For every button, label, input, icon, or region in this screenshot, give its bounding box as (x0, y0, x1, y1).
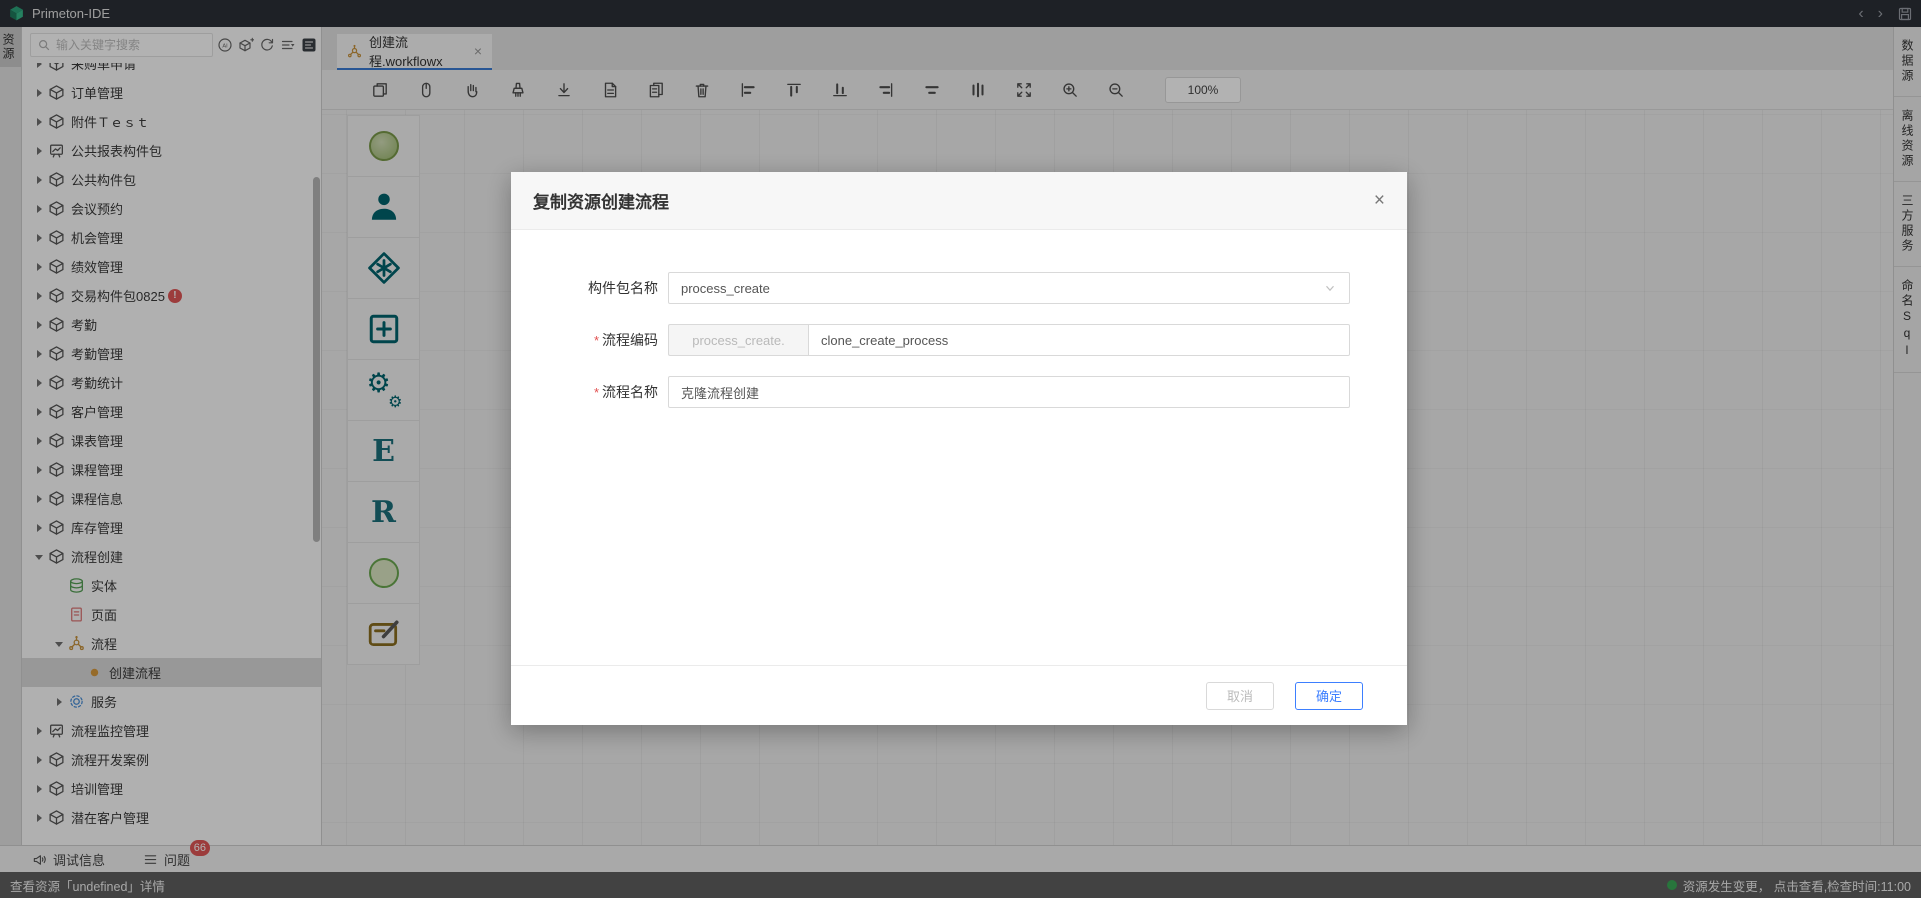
dialog-header: 复制资源创建流程 × (511, 172, 1407, 230)
field-label-process-name: *流程名称 (511, 382, 658, 402)
cancel-button[interactable]: 取消 (1206, 682, 1274, 710)
ok-button[interactable]: 确定 (1295, 682, 1363, 710)
copy-process-dialog: 复制资源创建流程 × 构件包名称 process_create *流程编码 pr… (511, 172, 1407, 725)
field-label-package: 构件包名称 (511, 278, 658, 298)
dialog-close-icon[interactable]: × (1374, 191, 1385, 210)
process-code-input[interactable] (808, 324, 1350, 356)
process-code-prefix: process_create. (668, 324, 808, 356)
package-name-select[interactable]: process_create (668, 272, 1350, 304)
package-name-value: process_create (681, 281, 770, 296)
field-label-process-code: *流程编码 (511, 330, 658, 350)
required-asterisk: * (594, 385, 599, 400)
chevron-down-icon (1323, 281, 1337, 295)
dialog-footer: 取消 确定 (511, 665, 1407, 725)
required-asterisk: * (594, 333, 599, 348)
dialog-title: 复制资源创建流程 (533, 188, 669, 213)
process-name-input[interactable] (668, 376, 1350, 408)
